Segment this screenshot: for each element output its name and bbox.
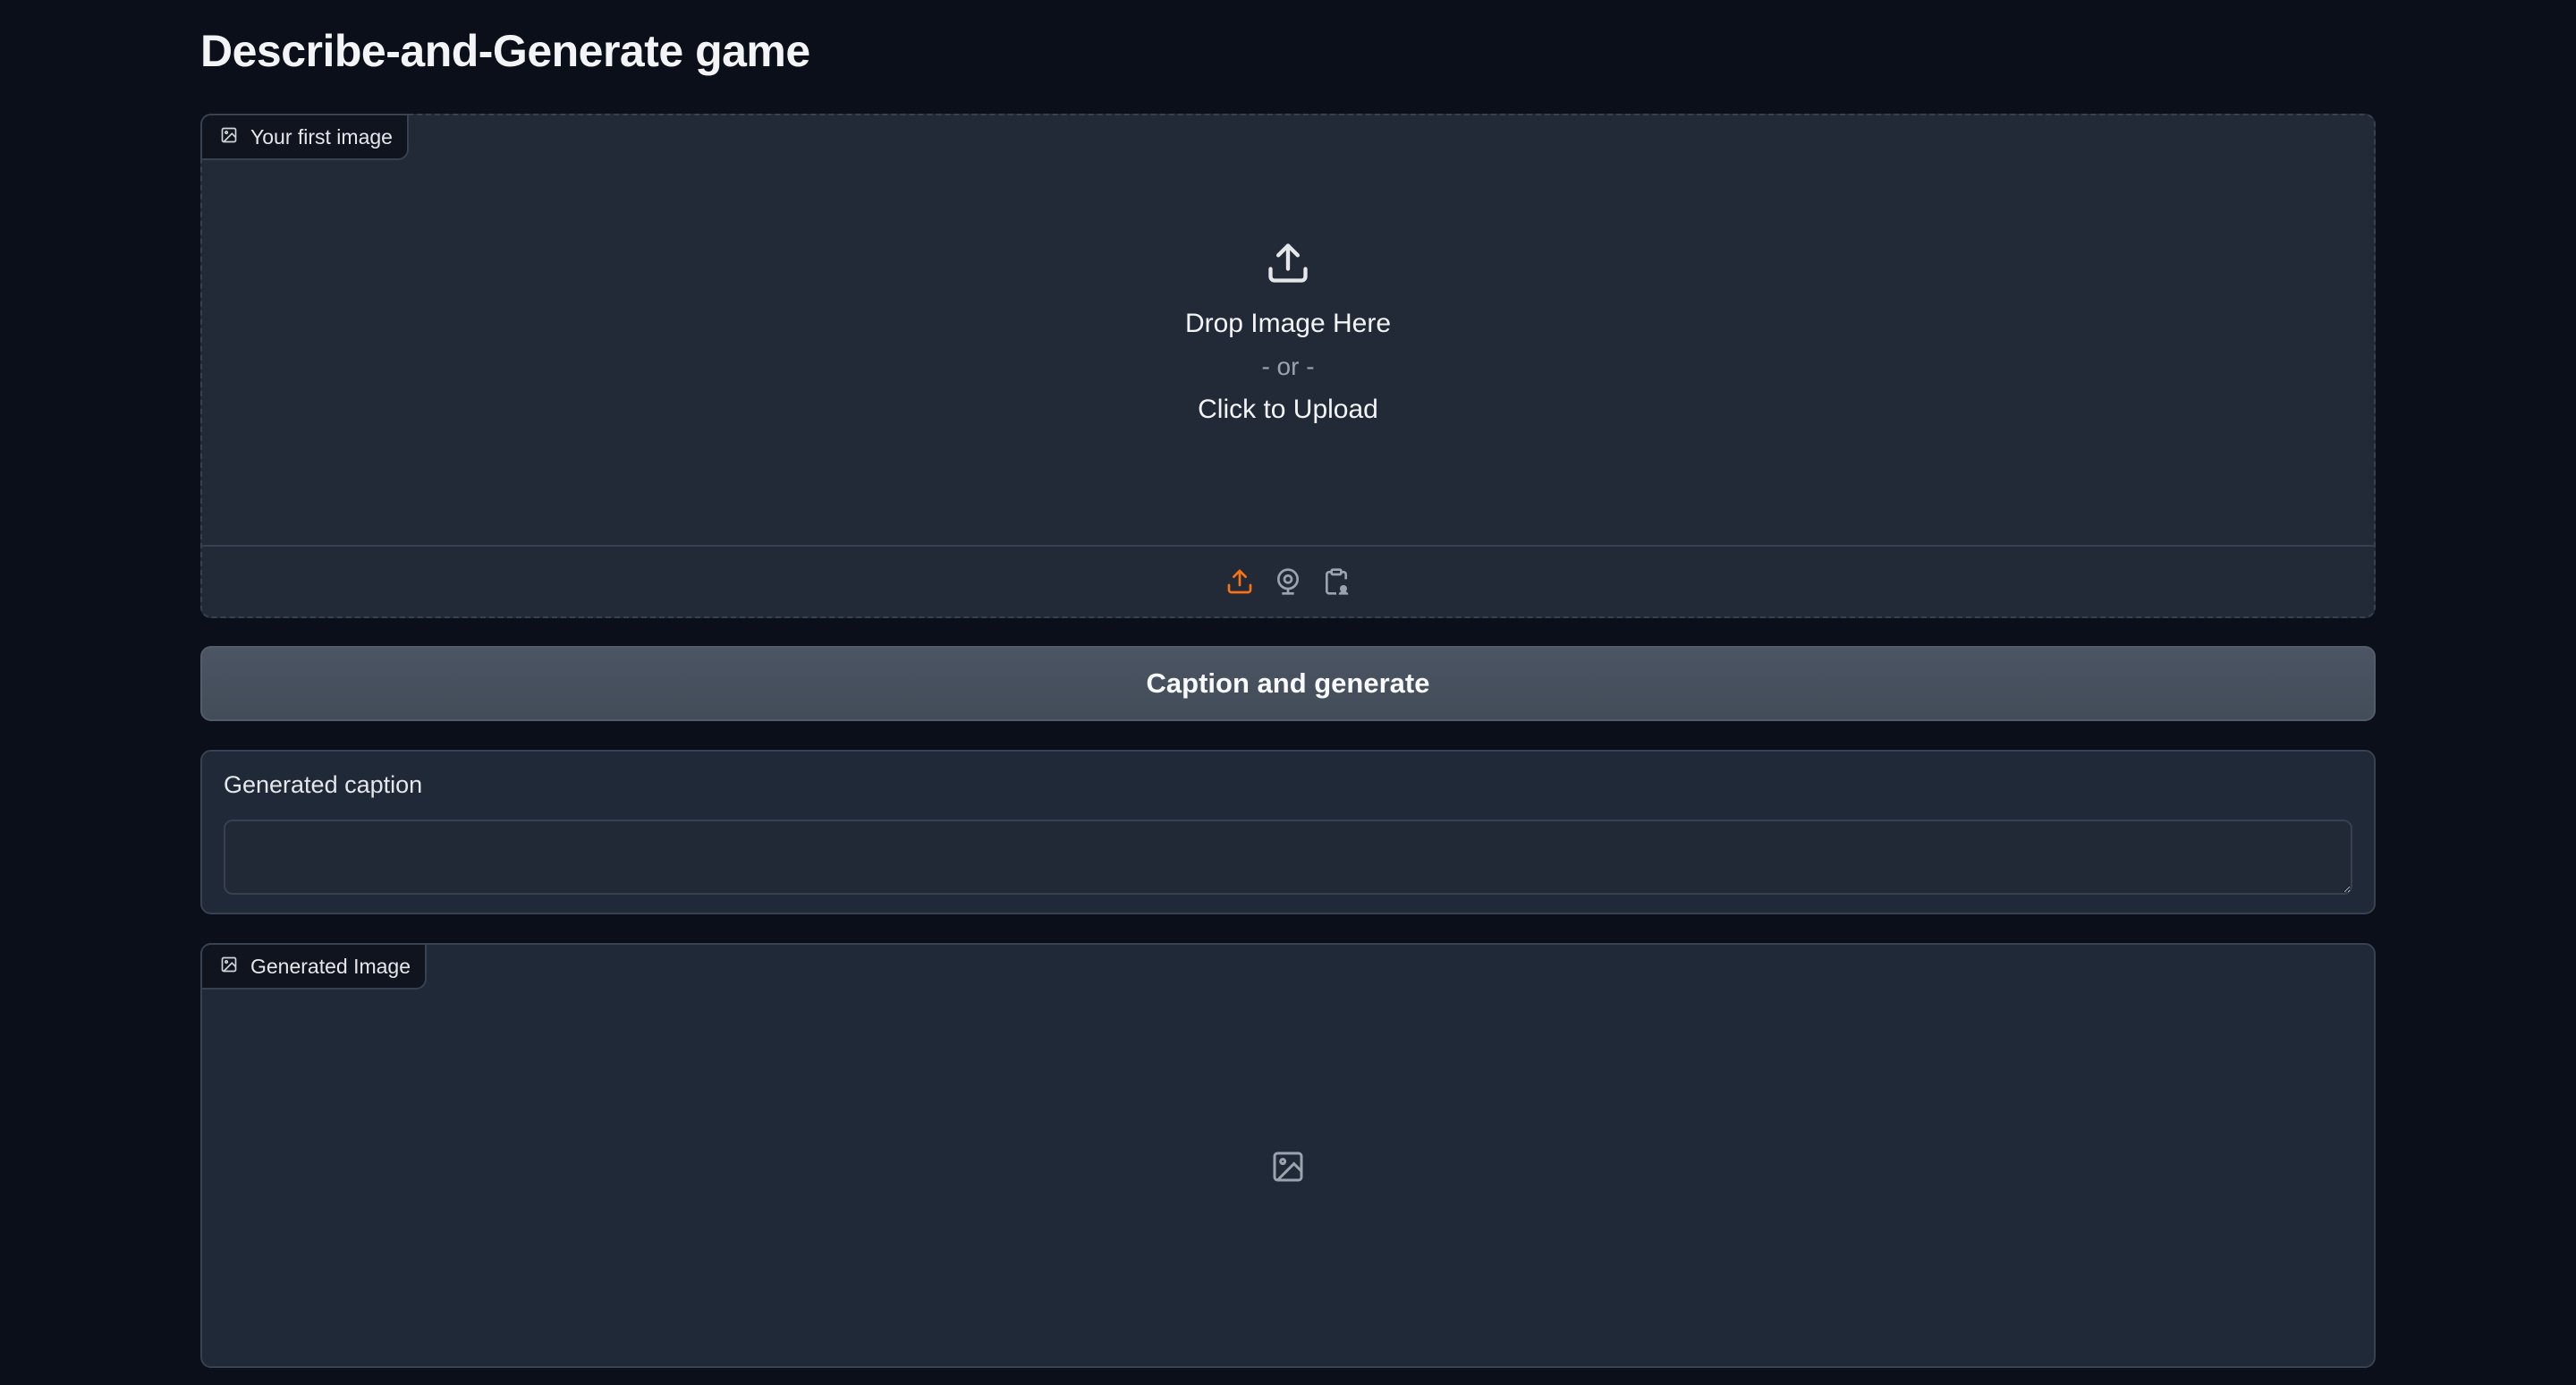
page-title: Describe-and-Generate game [200, 26, 810, 76]
output-image-block: Generated Image [200, 943, 2376, 1368]
upload-source-button[interactable] [1224, 566, 1255, 597]
clipboard-icon [1326, 568, 1349, 595]
upload-dropzone[interactable]: Drop Image Here - or - Click to Upload [202, 115, 2374, 545]
output-image-label: Generated Image [250, 954, 411, 978]
webcam-source-button[interactable] [1273, 566, 1303, 597]
output-image-label-tag: Generated Image [200, 943, 428, 990]
caption-block: Generated caption [200, 750, 2376, 914]
upload-icon [1265, 240, 1311, 286]
click-to-upload-text: Click to Upload [1198, 395, 1378, 424]
caption-and-generate-button[interactable]: Caption and generate [200, 646, 2376, 721]
clipboard-source-button[interactable] [1321, 566, 1352, 597]
caption-label: Generated caption [224, 771, 423, 798]
source-selector [202, 545, 2374, 616]
webcam-icon [1277, 568, 1299, 595]
empty-image-placeholder-icon [1270, 1149, 1306, 1185]
or-text: - or - [1261, 353, 1315, 380]
input-image-block[interactable]: Your first image Drop Image Here - or - … [200, 114, 2376, 618]
image-icon [220, 955, 238, 979]
caption-textbox[interactable] [224, 820, 2352, 895]
upload-icon [1227, 569, 1252, 594]
drop-image-text: Drop Image Here [1184, 309, 1392, 338]
